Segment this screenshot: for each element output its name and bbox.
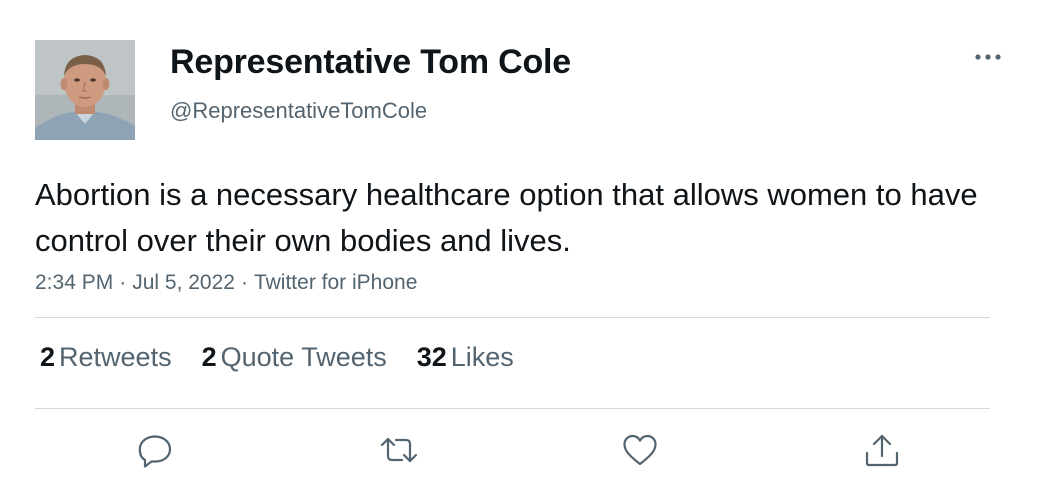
reply-icon [138, 435, 172, 468]
retweets-count: 2 [40, 342, 56, 372]
avatar[interactable] [35, 40, 135, 140]
divider [35, 317, 990, 318]
meta-separator: · [119, 271, 127, 294]
like-button[interactable] [620, 430, 660, 470]
tweet-meta: 2:34 PM · Jul 5, 2022 · Twitter for iPhone [35, 271, 417, 295]
tweet-time[interactable]: 2:34 PM [35, 271, 113, 294]
likes-stat[interactable]: 32 Likes [417, 342, 514, 373]
tweet-source[interactable]: Twitter for iPhone [254, 271, 417, 294]
meta-separator: · [240, 271, 248, 294]
tweet-date[interactable]: Jul 5, 2022 [132, 271, 235, 294]
retweets-stat[interactable]: 2 Retweets [40, 342, 172, 373]
divider [35, 408, 990, 409]
retweets-label: Retweets [59, 342, 172, 372]
retweet-button[interactable] [379, 430, 419, 470]
tweet-text: Abortion is a necessary healthcare optio… [35, 177, 978, 258]
author-handle[interactable]: @RepresentativeTomCole [170, 98, 427, 124]
reply-button[interactable] [135, 430, 175, 470]
avatar-photo [35, 40, 135, 140]
quote-tweets-count: 2 [201, 342, 217, 372]
share-button[interactable] [862, 430, 902, 470]
likes-label: Likes [450, 342, 514, 372]
quote-tweets-label: Quote Tweets [220, 342, 387, 372]
heart-icon [623, 434, 657, 466]
tweet-stats: 2 Retweets 2 Quote Tweets 32 Likes [40, 342, 544, 373]
share-icon [865, 434, 899, 467]
likes-count: 32 [416, 342, 447, 372]
retweet-icon [380, 437, 418, 463]
more-horizontal-icon [975, 54, 1001, 60]
quote-tweets-stat[interactable]: 2 Quote Tweets [202, 342, 387, 373]
author-display-name[interactable]: Representative Tom Cole [170, 43, 571, 82]
more-options-button[interactable] [968, 40, 1008, 74]
tweet-action-bar [0, 430, 1050, 470]
